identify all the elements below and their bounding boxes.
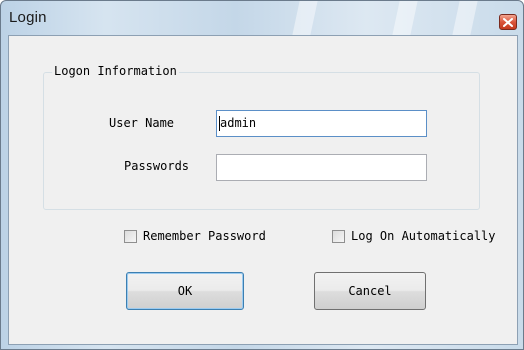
remember-password-label: Remember Password — [143, 229, 266, 243]
log-on-automatically-label: Log On Automatically — [351, 229, 496, 243]
login-window: Login Logon Information User Name admin … — [0, 0, 524, 350]
close-button[interactable] — [499, 14, 517, 30]
password-label: Passwords — [124, 159, 190, 173]
text-caret — [219, 116, 220, 131]
ok-button[interactable]: OK — [126, 272, 244, 310]
username-value: admin — [220, 116, 257, 130]
cancel-button[interactable]: Cancel — [314, 272, 426, 310]
remember-password-checkbox[interactable] — [124, 229, 137, 243]
remember-password-option[interactable]: Remember Password — [124, 229, 266, 243]
group-legend: Logon Information — [52, 64, 179, 78]
close-icon — [503, 17, 513, 27]
username-field[interactable]: admin — [216, 110, 427, 137]
logon-information-group: Logon Information — [43, 64, 480, 210]
window-title: Login — [9, 9, 47, 26]
password-field[interactable] — [216, 154, 427, 181]
log-on-automatically-checkbox[interactable] — [332, 229, 345, 243]
log-on-automatically-option[interactable]: Log On Automatically — [332, 229, 496, 243]
title-bar[interactable]: Login — [1, 1, 523, 35]
dialog-body: Logon Information User Name admin Passwo… — [8, 35, 518, 345]
username-label: User Name — [109, 116, 175, 130]
